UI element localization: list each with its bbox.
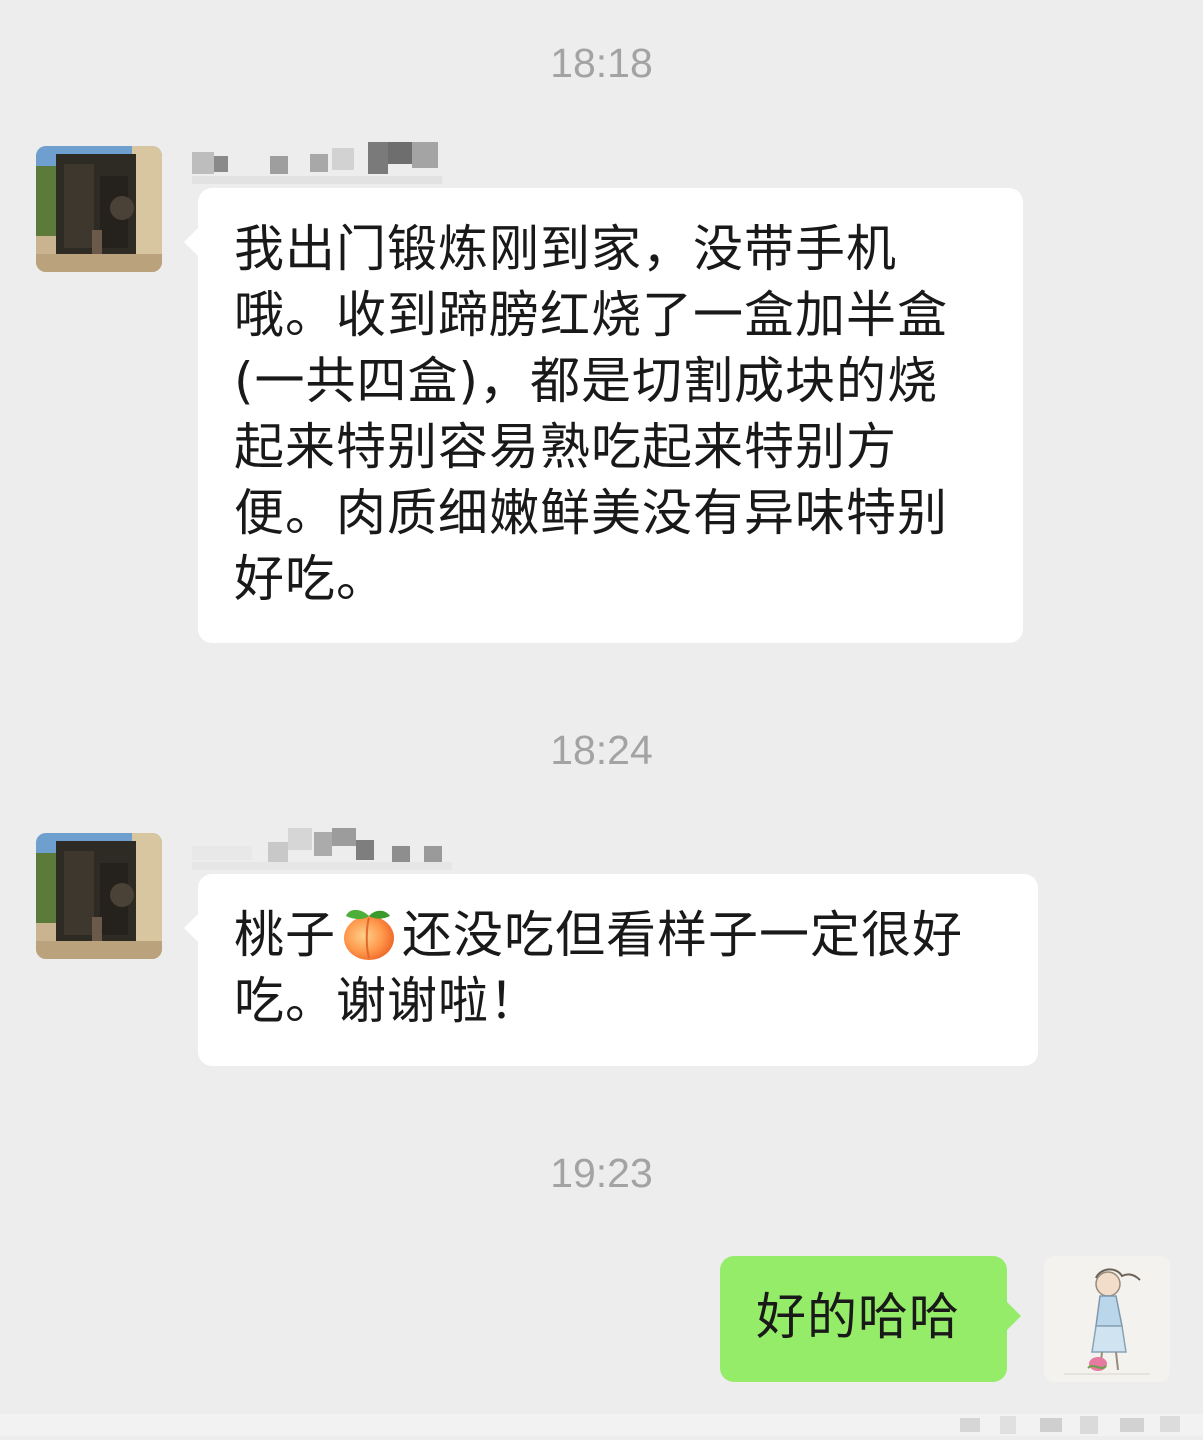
sender-name-blurred [192, 828, 452, 870]
sender-name-blurred [192, 142, 452, 184]
watermark-strip [0, 1414, 1203, 1436]
message-text: 桃子 [234, 906, 336, 964]
message-text: 还没吃但看样子一定很好 [402, 906, 963, 964]
peach-emoji-icon [344, 909, 394, 960]
message-bubble[interactable]: 好的哈哈 [720, 1256, 1021, 1382]
message-line: 好的哈哈 [756, 1288, 960, 1346]
timestamp: 18:24 [550, 727, 653, 773]
message-line: 好吃。 [234, 550, 387, 608]
message-line: 吃。谢谢啦！ [234, 972, 540, 1030]
message-bubble[interactable]: 桃子 还没吃但看样子一定很好 吃。谢谢啦！ [184, 874, 1038, 1066]
girl-sketch-icon [1044, 1256, 1170, 1382]
statue-photo-icon [36, 146, 162, 272]
message-line: 哦。收到蹄膀红烧了一盒加半盒 [234, 286, 948, 344]
timestamp: 18:18 [550, 40, 653, 86]
message-line: 我出门锻炼刚到家，没带手机 [234, 220, 897, 278]
message-line: (一共四盒)，都是切割成块的烧 [234, 352, 939, 410]
sender-avatar[interactable] [36, 833, 162, 959]
sender-avatar[interactable] [36, 146, 162, 272]
message-line: 便。肉质细嫩鲜美没有异味特别 [234, 484, 948, 542]
message-line: 桃子 还没吃但看样子一定很好 [234, 902, 1004, 968]
message-bubble[interactable]: 我出门锻炼刚到家，没带手机 哦。收到蹄膀红烧了一盒加半盒 (一共四盒)，都是切割… [184, 188, 1023, 643]
statue-photo-icon [36, 833, 162, 959]
own-avatar[interactable] [1044, 1256, 1170, 1382]
message-line: 起来特别容易熟吃起来特别方 [234, 418, 897, 476]
timestamp: 19:23 [550, 1150, 653, 1196]
